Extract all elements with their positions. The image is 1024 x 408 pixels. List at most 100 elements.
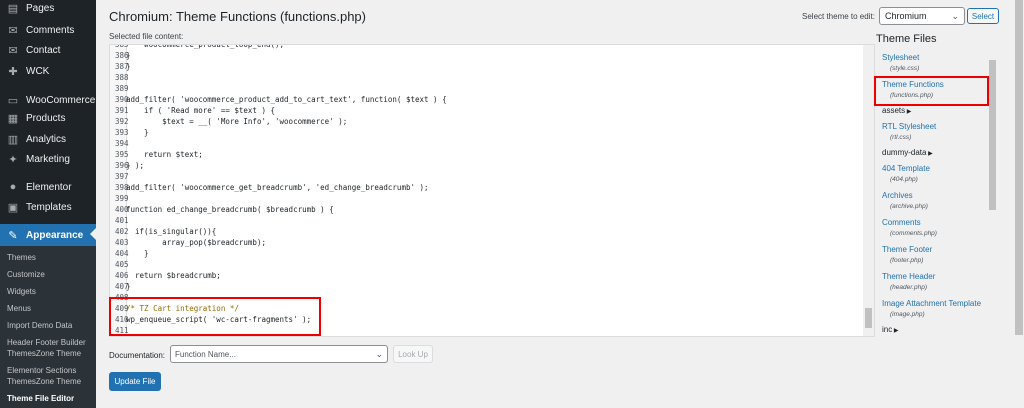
line-number: 391	[115, 106, 129, 115]
submenu-item-themes[interactable]: Themes	[7, 252, 95, 263]
submenu-item-theme-file-editor[interactable]: Theme File Editor	[7, 393, 95, 404]
code-text: }	[126, 62, 131, 71]
file-filename: (image.php)	[890, 311, 925, 318]
theme-select-value: Chromium	[885, 11, 927, 21]
documentation-select[interactable]: Function Name... ⌄	[170, 345, 388, 363]
code-line: 395 return $text;	[110, 149, 860, 160]
line-number: 406	[115, 271, 129, 280]
appearance-icon: ✎	[8, 229, 18, 242]
code-editor[interactable]: 385 woocommerce_product_loop_end(); 386} 3…	[109, 44, 875, 337]
theme-select-label: Select theme to edit:	[802, 12, 875, 21]
sidebar-item-label: Contact	[26, 44, 61, 56]
submenu-item-menus[interactable]: Menus	[7, 303, 95, 314]
sidebar-item-contact[interactable]: ✉ Contact	[0, 40, 96, 60]
file-filename: (comments.php)	[890, 230, 937, 237]
code-text: array_pop($breadcrumb);	[126, 238, 266, 247]
file-item[interactable]: Image Attachment Template (image.php)	[882, 298, 992, 320]
sidebar-item-templates[interactable]: ▣ Templates	[0, 197, 96, 217]
editor-scrollbar[interactable]	[863, 45, 874, 336]
line-number: 405	[115, 260, 129, 269]
file-name[interactable]: Comments	[882, 217, 992, 228]
folder-item[interactable]: assets ▶	[882, 106, 911, 115]
code-text: } );	[126, 161, 145, 170]
sidebar-item-comments[interactable]: ✉ Comments	[0, 20, 96, 40]
code-text: add_filter( 'woocommerce_get_breadcrumb'…	[126, 183, 429, 192]
code-line: 399	[110, 193, 860, 204]
file-filename: (archive.php)	[890, 203, 928, 210]
file-item[interactable]: 404 Template (404.php)	[882, 163, 992, 185]
submenu-item-elementor-sections[interactable]: Elementor Sections ThemesZone Theme	[7, 365, 95, 387]
wck-icon: ✚	[8, 65, 18, 78]
file-item[interactable]: Archives (archive.php)	[882, 190, 992, 212]
code-line: 391 if ( 'Read more' == $text ) {	[110, 105, 860, 116]
sidebar-item-label: Analytics	[26, 133, 67, 145]
code-text: }	[126, 249, 149, 258]
file-name[interactable]: Stylesheet	[882, 52, 992, 63]
code-line: 402 if(is_singular()){	[110, 226, 860, 237]
file-name[interactable]: RTL Stylesheet	[882, 121, 992, 132]
line-number: 402	[115, 227, 129, 236]
code-highlight-box	[109, 297, 321, 336]
sidebar-item-wck[interactable]: ✚ WCK	[0, 61, 96, 81]
file-name[interactable]: 404 Template	[882, 163, 992, 174]
file-item[interactable]: Theme Footer (footer.php)	[882, 244, 992, 266]
select-theme-button[interactable]: Select	[967, 8, 999, 24]
sidebar-item-marketing[interactable]: ✦ Marketing	[0, 149, 96, 169]
code-line: 398add_filter( 'woocommerce_get_breadcru…	[110, 182, 860, 193]
file-item[interactable]: RTL Stylesheet (rtl.css)	[882, 121, 992, 143]
sidebar-item-products[interactable]: ▦ Products	[0, 108, 96, 128]
line-number: 394	[115, 139, 129, 148]
products-icon: ▦	[7, 112, 19, 125]
file-item[interactable]: Stylesheet (style.css)	[882, 52, 992, 74]
update-file-button[interactable]: Update File	[109, 372, 161, 391]
sidebar-item-label: Pages	[26, 2, 55, 14]
submenu-item-widgets[interactable]: Widgets	[7, 286, 95, 297]
theme-select[interactable]: Chromium ⌄	[879, 7, 965, 25]
file-name[interactable]: Image Attachment Template	[882, 298, 992, 309]
folder-name: inc	[882, 325, 893, 334]
folder-item[interactable]: dummy-data ▶	[882, 148, 933, 157]
code-text: $text = __( 'More Info', 'woocommerce' )…	[126, 117, 348, 126]
code-line: 405	[110, 259, 860, 270]
folder-item[interactable]: inc ▶	[882, 325, 899, 334]
file-name[interactable]: Theme Header	[882, 271, 992, 282]
file-filename: (footer.php)	[890, 257, 924, 264]
files-scrollbar-thumb[interactable]	[989, 60, 996, 210]
sidebar-item-label: Templates	[26, 201, 72, 213]
line-number: 403	[115, 238, 129, 247]
caret-right-icon: ▶	[892, 328, 899, 334]
sidebar-item-woocommerce[interactable]: ▭ WooCommerce	[0, 90, 96, 110]
page-scrollbar-thumb[interactable]	[1015, 0, 1023, 335]
code-text: }	[126, 51, 131, 60]
appearance-submenu: Themes Customize Widgets Menus Import De…	[0, 246, 96, 408]
chevron-down-icon: ⌄	[951, 11, 959, 21]
file-item[interactable]: Theme Header (header.php)	[882, 271, 992, 293]
file-name[interactable]: Theme Footer	[882, 244, 992, 255]
submenu-item-header-footer-builder[interactable]: Header Footer Builder ThemesZone Theme	[7, 337, 95, 359]
code-text: return $text;	[126, 150, 203, 159]
line-number: 393	[115, 128, 129, 137]
sidebar-item-label: WCK	[26, 65, 50, 77]
file-item[interactable]: Comments (comments.php)	[882, 217, 992, 239]
line-number: 399	[115, 194, 129, 203]
look-up-button[interactable]: Look Up	[393, 345, 433, 363]
selected-file-label: Selected file content:	[109, 32, 184, 41]
sidebar-item-appearance[interactable]: ✎ Appearance	[0, 224, 96, 246]
submenu-item-customize[interactable]: Customize	[7, 269, 95, 280]
file-filename: (rtl.css)	[890, 134, 912, 141]
code-text: if ( 'Read more' == $text ) {	[126, 106, 276, 115]
sidebar-item-pages[interactable]: ▤ Pages	[0, 0, 96, 18]
code-line: 389	[110, 83, 860, 94]
sidebar-item-elementor[interactable]: ● Elementor	[0, 177, 96, 197]
code-text: add_filter( 'woocommerce_product_add_to_…	[126, 95, 447, 104]
analytics-icon: ▥	[7, 133, 19, 146]
submenu-item-import-demo-data[interactable]: Import Demo Data	[7, 320, 95, 331]
editor-scrollbar-thumb[interactable]	[865, 308, 872, 328]
folder-name: assets	[882, 106, 906, 115]
sidebar-item-analytics[interactable]: ▥ Analytics	[0, 129, 96, 149]
code-text: function ed_change_breadcrumb( $breadcru…	[126, 205, 334, 214]
page-title: Chromium: Theme Functions (functions.php…	[109, 9, 366, 24]
file-name[interactable]: Archives	[882, 190, 992, 201]
sidebar-item-label: Elementor	[26, 181, 72, 193]
documentation-select-value: Function Name...	[175, 349, 236, 359]
